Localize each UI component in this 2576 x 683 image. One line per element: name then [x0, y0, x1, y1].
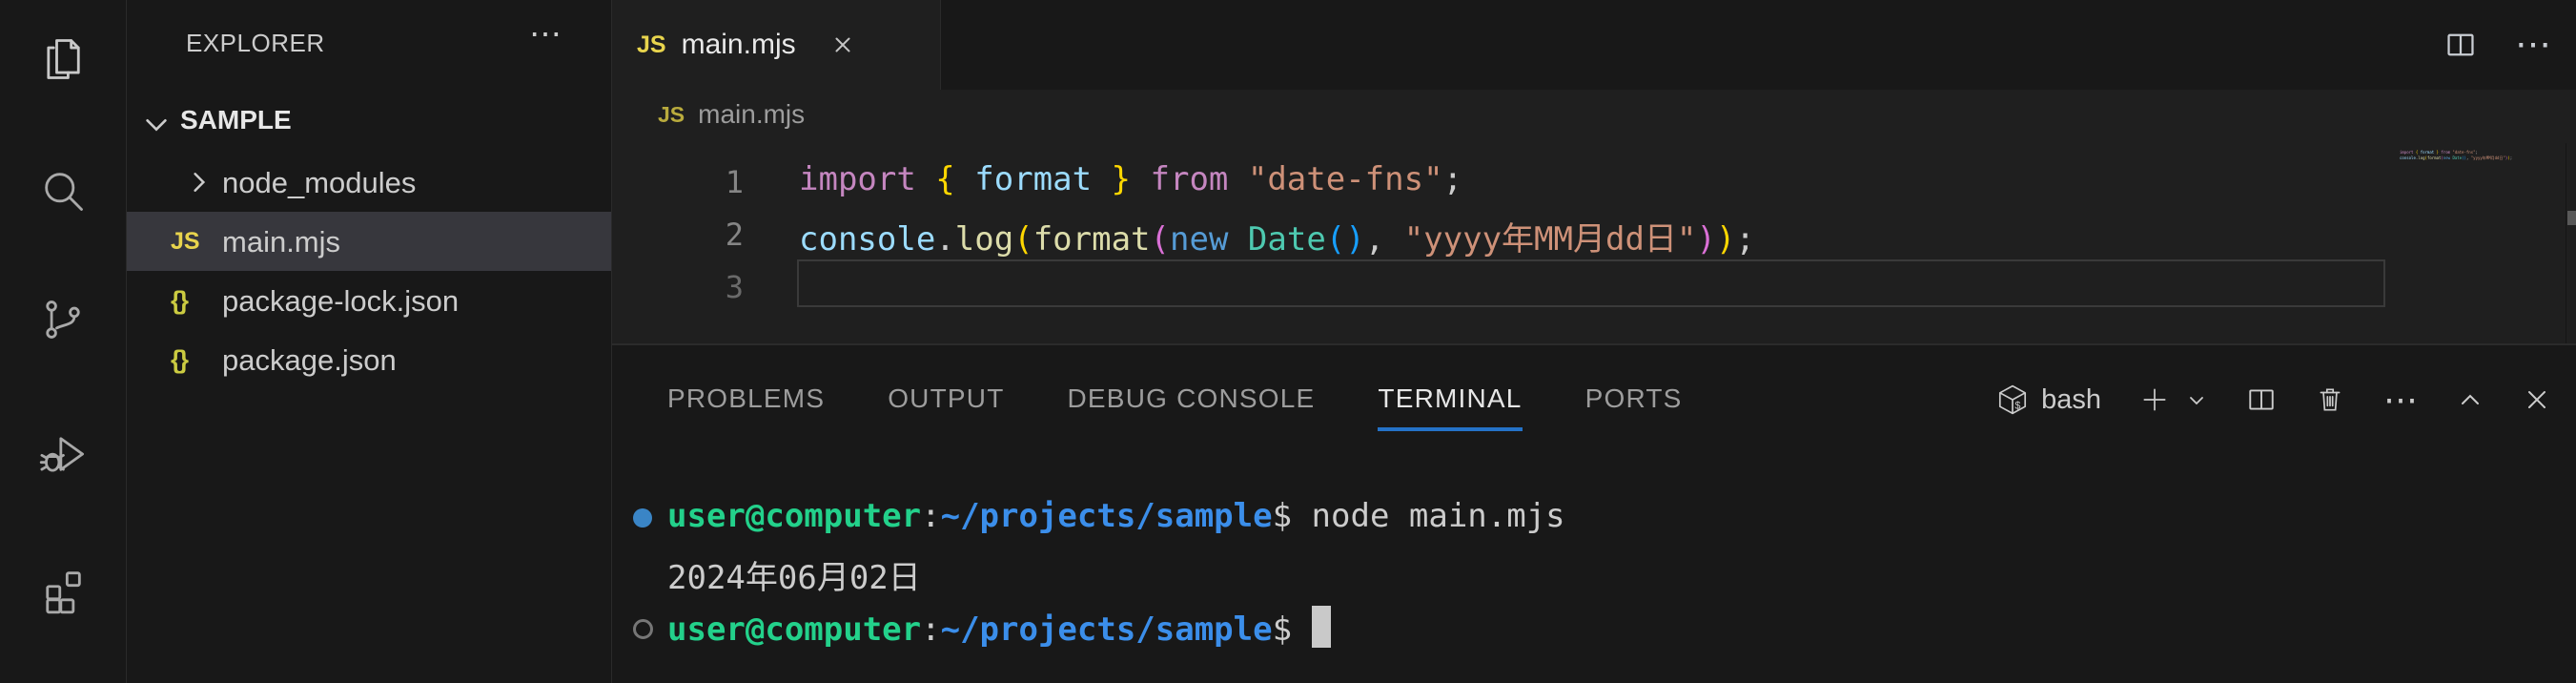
- maximize-panel-icon[interactable]: [2456, 385, 2484, 414]
- prompt-decoration-icon: [633, 619, 653, 639]
- chevron-down-icon: [142, 111, 171, 139]
- sidebar-item-package-lock-json[interactable]: {} package-lock.json: [127, 271, 611, 330]
- sidebar-item-node-modules[interactable]: node_modules: [127, 153, 611, 212]
- command-decoration-icon[interactable]: [633, 508, 652, 528]
- js-file-icon: JS: [171, 228, 200, 256]
- tab-output[interactable]: OUTPUT: [888, 383, 1004, 431]
- file-label: node_modules: [222, 166, 416, 200]
- breadcrumb-label: main.mjs: [698, 99, 805, 130]
- tab-label: main.mjs: [682, 29, 796, 61]
- tab-debug-console[interactable]: DEBUG CONSOLE: [1068, 383, 1316, 431]
- code-line-1[interactable]: 1 import { format } from "date-fns";: [612, 155, 2576, 207]
- new-terminal-icon[interactable]: [2139, 384, 2170, 415]
- explorer-title: EXPLORER: [186, 29, 325, 58]
- split-editor-icon[interactable]: [2444, 29, 2477, 61]
- code-text: import { format } from "date-fns";: [799, 160, 1462, 198]
- shell-label: bash: [2041, 384, 2101, 416]
- sidebar-item-package-json[interactable]: {} package.json: [127, 330, 611, 389]
- terminal-dropdown-icon[interactable]: [2185, 388, 2208, 411]
- vscode-window: EXPLORER ⋯ SAMPLE node_modules JS main.m…: [0, 0, 2576, 683]
- code-line-2[interactable]: 2 console.log(format(new Date(), "yyyy年M…: [612, 207, 2576, 259]
- terminal-toolbar: $ bash ⋯: [1995, 380, 2551, 420]
- json-file-icon: {}: [171, 286, 187, 316]
- minimap[interactable]: import { format } from "date-fns"; conso…: [2400, 150, 2533, 161]
- bash-icon: $: [1995, 383, 2030, 417]
- search-icon[interactable]: [38, 166, 88, 216]
- terminal-command-line[interactable]: user@computer:~/projects/sample$ node ma…: [612, 491, 2576, 546]
- breadcrumb[interactable]: JS main.mjs: [612, 90, 2576, 139]
- sidebar-section-sample[interactable]: SAMPLE: [127, 95, 611, 148]
- tab-ports[interactable]: PORTS: [1585, 383, 1683, 431]
- scrollbar-thumb[interactable]: [2567, 211, 2576, 225]
- panel-more-icon[interactable]: ⋯: [2383, 380, 2418, 420]
- close-panel-icon[interactable]: [2523, 385, 2551, 414]
- tab-terminal[interactable]: TERMINAL: [1378, 383, 1522, 431]
- terminal-prompt-line[interactable]: user@computer:~/projects/sample$: [612, 600, 2576, 654]
- panel-tabs: PROBLEMS OUTPUT DEBUG CONSOLE TERMINAL P…: [667, 383, 1683, 431]
- line-number: 3: [696, 269, 744, 305]
- file-label: main.mjs: [222, 225, 340, 259]
- js-file-icon: JS: [658, 102, 685, 128]
- more-actions-icon[interactable]: ⋯: [2515, 27, 2551, 63]
- code-text: console.log(format(new Date(), "yyyy年MM月…: [799, 213, 1755, 259]
- explorer-more-icon[interactable]: ⋯: [529, 15, 562, 53]
- split-terminal-icon[interactable]: [2246, 384, 2277, 415]
- current-line-highlight: [797, 259, 2385, 307]
- line-number: 1: [696, 164, 744, 200]
- activity-bar: [0, 0, 127, 683]
- terminal-cursor: [1312, 606, 1331, 648]
- svg-text:$: $: [2015, 401, 2021, 412]
- file-label: package.json: [222, 343, 397, 378]
- source-control-icon[interactable]: [38, 295, 88, 344]
- terminal-output-line: 2024年06月02日: [612, 546, 2576, 600]
- editor-actions: ⋯: [2444, 0, 2551, 90]
- explorer-icon[interactable]: [38, 34, 88, 84]
- shell-selector[interactable]: $ bash: [1995, 383, 2101, 417]
- run-debug-icon[interactable]: [38, 429, 88, 479]
- js-file-icon: JS: [637, 31, 666, 59]
- editor-tab-bar: JS main.mjs ⋯: [612, 0, 2576, 90]
- section-label: SAMPLE: [180, 105, 292, 135]
- tab-problems[interactable]: PROBLEMS: [667, 383, 825, 431]
- chevron-right-icon: [186, 169, 213, 196]
- sidebar-item-main-mjs[interactable]: JS main.mjs: [127, 212, 611, 271]
- kill-terminal-icon[interactable]: [2315, 384, 2345, 415]
- json-file-icon: {}: [171, 345, 187, 375]
- file-label: package-lock.json: [222, 284, 459, 319]
- explorer-sidebar: EXPLORER ⋯ SAMPLE node_modules JS main.m…: [127, 0, 612, 683]
- line-number: 2: [696, 217, 744, 253]
- close-tab-icon[interactable]: [830, 32, 855, 57]
- extensions-icon[interactable]: [38, 565, 88, 614]
- tab-main-mjs[interactable]: JS main.mjs: [612, 0, 941, 90]
